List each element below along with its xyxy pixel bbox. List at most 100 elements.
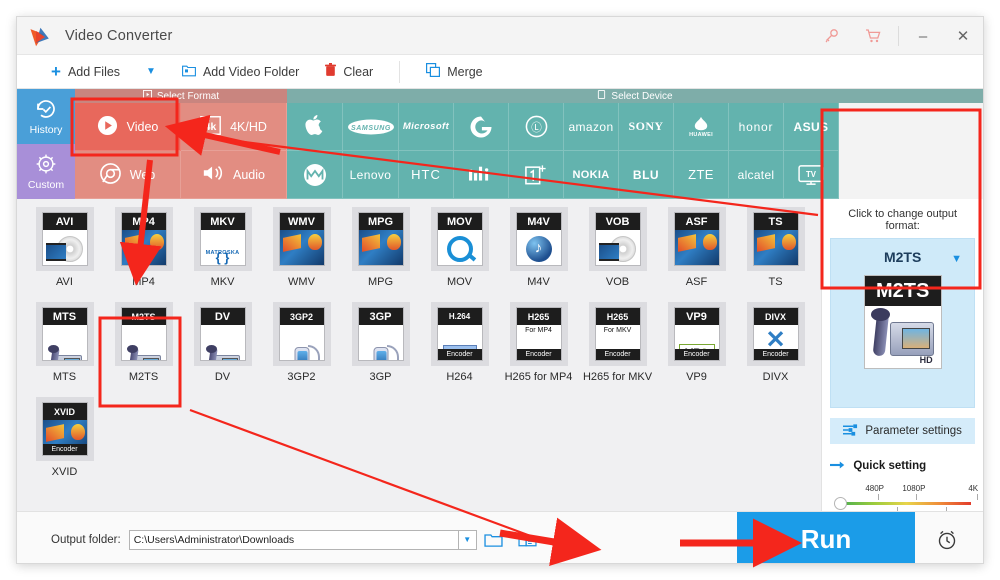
slider-label-4k: 4K	[968, 484, 979, 493]
device-tile-tv[interactable]: TV	[784, 151, 839, 199]
chevron-down-icon[interactable]: ▼	[951, 253, 962, 265]
device-tile-mi[interactable]	[454, 151, 509, 199]
device-tile-lg[interactable]: Ⓛ	[509, 103, 564, 151]
output-folder-dropdown-caret-icon[interactable]: ▼	[458, 529, 477, 550]
format-item-icon: VOB	[594, 212, 641, 266]
format-item-3gp[interactable]: 3GP 3GP	[341, 302, 420, 397]
device-tile-alcatel[interactable]: alcatel	[729, 151, 784, 199]
format-item-m2ts[interactable]: M2TS M2TS	[104, 302, 183, 397]
select-format-header: Select Format	[75, 89, 287, 103]
device-tile-honor[interactable]: honor	[729, 103, 784, 151]
format-item-wmv[interactable]: WMV WMV	[262, 207, 341, 302]
trash-icon	[325, 63, 337, 80]
device-tile-sony[interactable]: SONY	[619, 103, 674, 151]
add-files-button[interactable]: + Add Files	[51, 63, 120, 80]
device-label-alcatel: alcatel	[737, 167, 775, 182]
device-tile-amazon[interactable]: amazon	[564, 103, 619, 151]
format-item-caption: WMV	[279, 213, 324, 230]
device-tile-google[interactable]	[454, 103, 509, 151]
format-tile-web[interactable]: Web	[75, 151, 181, 199]
run-button[interactable]: Run	[737, 512, 915, 563]
device-tile-huawei[interactable]: HUAWEI	[674, 103, 729, 151]
device-header-icon	[597, 90, 606, 102]
format-item-mov[interactable]: MOV MOV	[420, 207, 499, 302]
format-item-mpg[interactable]: MPG MPG	[341, 207, 420, 302]
sidebar-item-custom[interactable]: Custom	[17, 144, 75, 199]
format-item-thumbnail: VP9VP9Encoder	[667, 302, 726, 366]
device-tile-lenovo[interactable]: Lenovo	[343, 151, 399, 199]
format-item-encoder-badge: Encoder	[42, 444, 87, 455]
slider-knob[interactable]	[834, 497, 848, 510]
format-tile-video[interactable]: Video	[75, 103, 181, 151]
speaker-icon	[202, 163, 224, 186]
format-item-label: ASF	[685, 276, 708, 288]
format-item-label: VP9	[686, 371, 707, 383]
format-item-caption: VOB	[595, 213, 640, 230]
format-item-caption: MTS	[42, 308, 87, 325]
format-item-label: 3GP	[369, 371, 392, 383]
format-header-icon	[142, 90, 152, 102]
4k-icon: 4k	[200, 115, 221, 138]
format-item-subcaption: For MP4	[516, 325, 561, 335]
device-tile-asus[interactable]: ASUS	[784, 103, 839, 151]
format-item-mp4[interactable]: MP4 MP4	[104, 207, 183, 302]
device-tile-samsung[interactable]: SAMSUNG	[343, 103, 399, 151]
device-tile-microsoft[interactable]: Microsoft	[399, 103, 454, 151]
sidebar-item-history[interactable]: History	[17, 89, 75, 144]
output-folder-input[interactable]: C:\Users\Administrator\Downloads	[128, 529, 459, 550]
format-item-label: M2TS	[128, 371, 159, 383]
device-tile-apple[interactable]	[287, 103, 343, 151]
format-item-asf[interactable]: ASF ASF	[657, 207, 736, 302]
format-item-label: H264	[446, 371, 473, 383]
format-item-xvid[interactable]: XVID Encoder XVID	[25, 397, 104, 492]
svg-text:4k: 4k	[205, 121, 217, 132]
format-item-ts[interactable]: TS TS	[736, 207, 815, 302]
clear-button[interactable]: Clear	[325, 63, 373, 80]
format-item-avi[interactable]: AVI AVI	[25, 207, 104, 302]
format-tile-4khd-label: 4K/HD	[230, 119, 267, 134]
format-item-vp9[interactable]: VP9VP9Encoder VP9	[657, 302, 736, 397]
add-video-folder-button[interactable]: Add Video Folder	[182, 64, 299, 80]
format-item-label: XVID	[51, 466, 78, 478]
format-item-divx[interactable]: DIVX ✕ Encoder DIVX	[736, 302, 815, 397]
format-item-h265-for-mkv[interactable]: H265HEVCFor MKVEncoderH265 for MKV	[578, 302, 657, 397]
device-tile-blu[interactable]: BLU	[619, 151, 674, 199]
cart-icon[interactable]	[852, 17, 894, 55]
format-tile-audio[interactable]: Audio	[181, 151, 287, 199]
device-tile-htc[interactable]: HTC	[399, 151, 454, 199]
device-tile-nokia[interactable]: NOKIA	[564, 151, 619, 199]
format-tile-4khd[interactable]: 4k 4K/HD	[181, 103, 287, 151]
format-item-caption: H265	[595, 308, 640, 325]
format-item-mkv[interactable]: MKV { } MATROSKA MKV	[183, 207, 262, 302]
format-item-label: MPG	[367, 276, 394, 288]
history-icon	[34, 98, 58, 123]
format-item-dv[interactable]: DV DV	[183, 302, 262, 397]
format-item-caption: AVI	[42, 213, 87, 230]
open-folder-button[interactable]	[477, 525, 511, 555]
device-tile-oneplus[interactable]	[509, 151, 564, 199]
close-button[interactable]: ✕	[943, 17, 983, 55]
format-item-3gp2[interactable]: 3GP2 3GP2	[262, 302, 341, 397]
parameter-settings-label: Parameter settings	[865, 425, 962, 437]
device-tile-zte[interactable]: ZTE	[674, 151, 729, 199]
quick-setting-label: Quick setting	[853, 459, 927, 472]
format-item-caption: MKV	[200, 213, 245, 230]
format-item-vob[interactable]: VOB VOB	[578, 207, 657, 302]
add-files-dropdown-caret-icon[interactable]: ▼	[146, 66, 156, 77]
format-item-h264[interactable]: H.264H.264EncoderH264	[420, 302, 499, 397]
format-item-icon: M4V	[515, 212, 562, 266]
output-format-panel[interactable]: M2TS ▼ M2TS HD	[830, 238, 975, 408]
format-item-thumbnail: AVI	[35, 207, 94, 271]
saved-folder-button[interactable]	[511, 525, 545, 555]
format-item-thumbnail: MTS	[35, 302, 94, 366]
key-icon[interactable]	[810, 17, 852, 55]
parameter-settings-button[interactable]: Parameter settings	[830, 418, 975, 444]
merge-button[interactable]: Merge	[426, 63, 483, 80]
device-tile-motorola[interactable]	[287, 151, 343, 199]
format-item-m4v[interactable]: M4V M4V	[499, 207, 578, 302]
format-item-mts[interactable]: MTS MTS	[25, 302, 104, 397]
format-item-h265-for-mp4[interactable]: H265HEVCFor MP4EncoderH265 for MP4	[499, 302, 578, 397]
schedule-button[interactable]	[919, 512, 975, 563]
folder-video-icon	[182, 64, 196, 80]
minimize-button[interactable]: –	[903, 17, 943, 55]
